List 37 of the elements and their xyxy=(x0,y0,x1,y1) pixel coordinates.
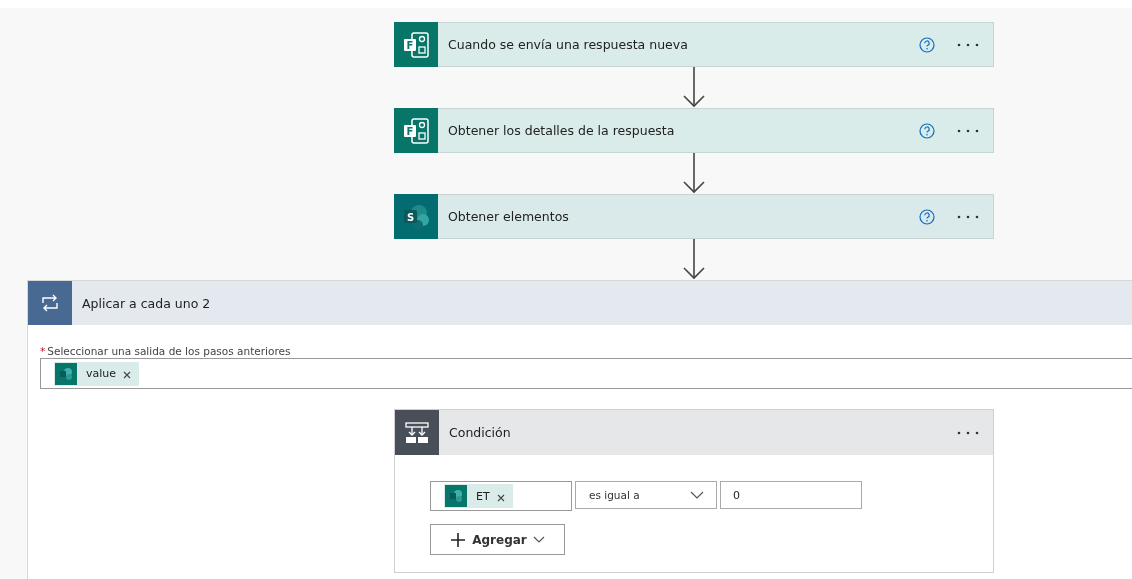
input-field[interactable]: ET xyxy=(430,481,572,511)
help-icon[interactable] xyxy=(919,208,935,225)
help-icon[interactable] xyxy=(919,122,935,139)
loop-title: Aplicar a cada uno 2 xyxy=(82,295,211,311)
operator-dropdown[interactable]: es igual a xyxy=(575,481,717,509)
plus-icon xyxy=(450,531,467,548)
input-field[interactable]: value xyxy=(40,358,1132,389)
arrow-connector xyxy=(682,239,706,280)
more-options-icon[interactable] xyxy=(957,214,979,219)
connector-icon: S xyxy=(394,194,438,239)
connector-icon xyxy=(445,485,467,507)
dynamic-content-token[interactable]: ET xyxy=(444,484,513,508)
chevron-down-icon xyxy=(532,536,545,543)
chevron-down-icon xyxy=(690,491,704,499)
condition-title: Condición xyxy=(449,425,512,440)
arrow-connector xyxy=(682,67,706,108)
field-label: Seleccionar una salida de los pasos anteriores xyxy=(47,345,291,357)
action-title: Cuando se envía una respuesta nueva xyxy=(448,37,689,52)
connector-icon xyxy=(55,362,77,385)
required-mark: * xyxy=(40,345,46,357)
action-card[interactable]: F Obtener los detalles de la respuesta xyxy=(394,108,994,153)
remove-icon[interactable] xyxy=(123,371,132,379)
connector-icon: F xyxy=(394,22,438,67)
value-field[interactable]: 0 xyxy=(720,481,862,509)
dynamic-content-token[interactable]: value xyxy=(54,361,140,386)
action-card[interactable]: F Cuando se envía una respuesta nueva xyxy=(394,22,994,67)
more-options-icon[interactable] xyxy=(957,430,979,435)
action-card[interactable]: S Obtener elementos xyxy=(394,194,994,239)
add-button[interactable]: Agregar xyxy=(430,524,565,555)
more-options-icon[interactable] xyxy=(957,128,979,133)
more-options-icon[interactable] xyxy=(957,42,979,47)
connector-icon: F xyxy=(394,108,438,153)
arrow-connector xyxy=(682,153,706,194)
help-icon[interactable] xyxy=(919,36,935,53)
remove-icon[interactable] xyxy=(496,493,505,502)
action-title: Obtener elementos xyxy=(448,209,570,224)
action-title: Obtener los detalles de la respuesta xyxy=(448,123,676,138)
